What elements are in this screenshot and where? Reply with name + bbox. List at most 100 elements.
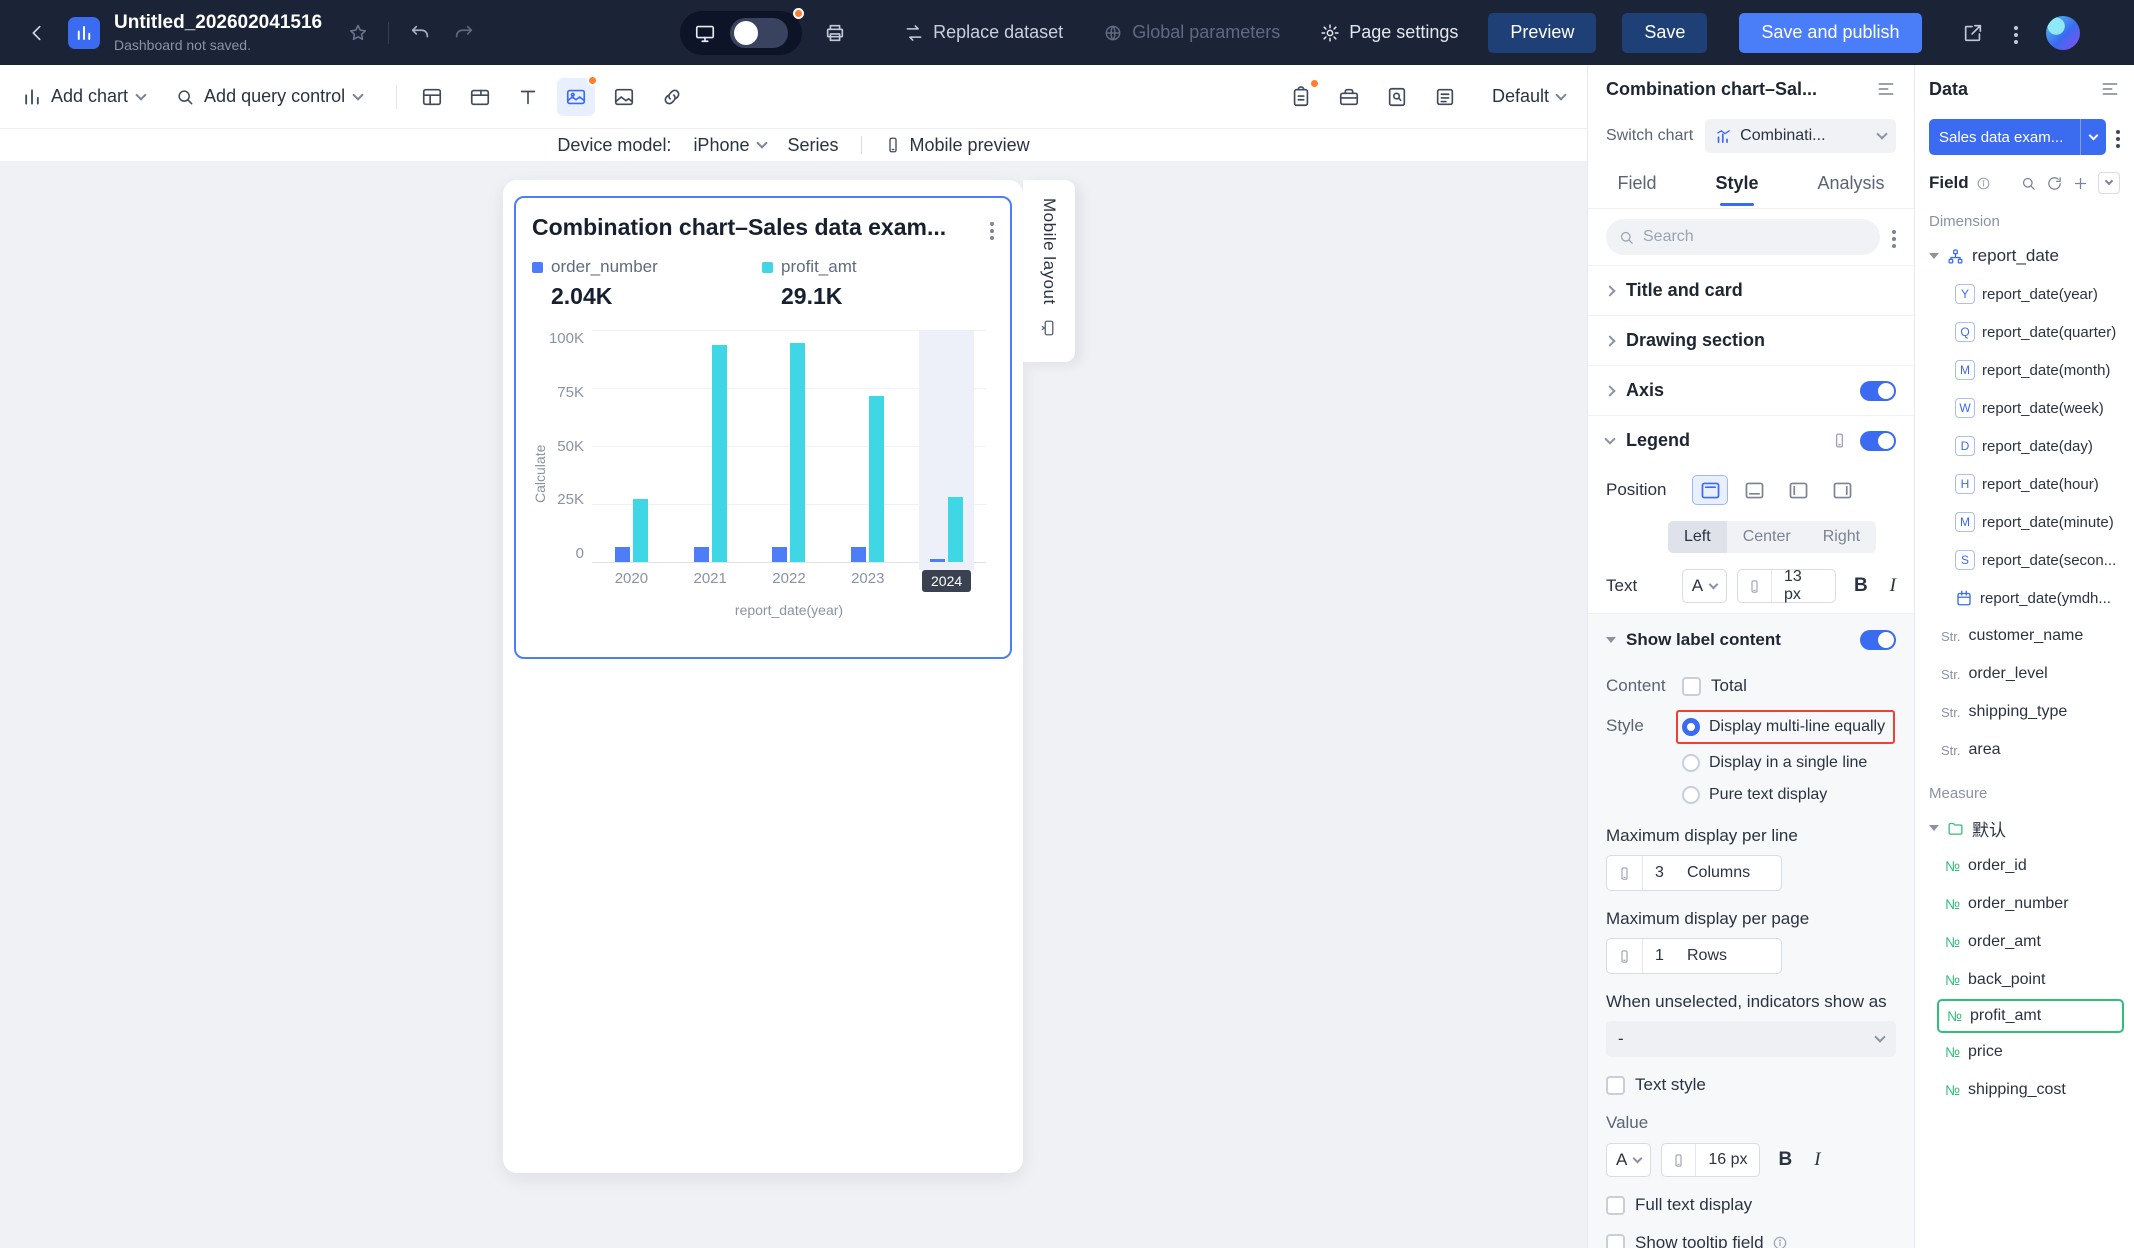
- section-axis[interactable]: Axis: [1588, 365, 1914, 415]
- legend-position-right-button[interactable]: [1824, 475, 1860, 505]
- field-order-level[interactable]: Str. order_level: [1915, 655, 2134, 693]
- legend-position-top-button[interactable]: [1692, 475, 1729, 505]
- text-color-select[interactable]: A: [1681, 569, 1728, 603]
- field-filter-dropdown-icon[interactable]: [2098, 172, 2120, 194]
- max-per-page-control[interactable]: 1 Rows: [1606, 938, 1782, 974]
- caret-down-icon[interactable]: [1929, 825, 1939, 831]
- total-checkbox[interactable]: [1682, 676, 1701, 696]
- axis-toggle[interactable]: [1860, 380, 1896, 401]
- collapse-panel-icon[interactable]: [2100, 79, 2120, 99]
- text-size-control[interactable]: 13 px: [1737, 568, 1836, 603]
- text-style-row[interactable]: Text style: [1606, 1075, 1896, 1095]
- tab-analysis[interactable]: Analysis: [1813, 161, 1888, 206]
- media-widget-icon[interactable]: [557, 74, 599, 116]
- caret-down-icon[interactable]: [1606, 637, 1616, 643]
- field-report-date-ymdh[interactable]: report_date(ymdh...: [1915, 579, 2134, 617]
- value-color-select[interactable]: A: [1606, 1143, 1652, 1177]
- phone-override-icon[interactable]: [1831, 432, 1848, 449]
- max-per-page-input[interactable]: 1: [1643, 947, 1687, 965]
- italic-button[interactable]: I: [1814, 1149, 1820, 1171]
- device-mode-switch[interactable]: [730, 17, 789, 48]
- show-tooltip-field-checkbox[interactable]: [1606, 1233, 1625, 1248]
- text-widget-icon[interactable]: [509, 78, 547, 116]
- dataset-caret[interactable]: [2080, 119, 2106, 155]
- legend-position-bottom-button[interactable]: [1736, 475, 1772, 505]
- max-per-line-control[interactable]: 3 Columns: [1606, 855, 1782, 891]
- chart-card[interactable]: Combination chart–Sales data exam... ord…: [514, 196, 1012, 659]
- full-text-display-row[interactable]: Full text display: [1606, 1195, 1896, 1215]
- replace-dataset-button[interactable]: Replace dataset: [904, 22, 1063, 43]
- chart-menu-icon[interactable]: [990, 220, 994, 238]
- radio-display-single-line[interactable]: Display in a single line: [1682, 750, 1895, 776]
- field-area[interactable]: Str. area: [1915, 731, 2134, 769]
- redo-icon[interactable]: [453, 22, 475, 44]
- unselected-indicators-select[interactable]: -: [1606, 1021, 1896, 1057]
- align-right-option[interactable]: Right: [1807, 521, 1876, 553]
- search-input[interactable]: [1643, 228, 1868, 246]
- align-center-option[interactable]: Center: [1727, 521, 1807, 553]
- add-chart-button[interactable]: Add chart: [22, 86, 147, 107]
- dashboard-canvas[interactable]: Combination chart–Sales data exam... ord…: [0, 161, 1587, 1248]
- toolkit-icon[interactable]: [1330, 78, 1368, 116]
- phone-override-icon[interactable]: [1662, 1144, 1697, 1176]
- field-price[interactable]: № price: [1915, 1033, 2126, 1071]
- layout-container-icon[interactable]: [413, 78, 451, 116]
- field-report-date-hour[interactable]: H report_date(hour): [1915, 465, 2134, 503]
- field-shipping-type[interactable]: Str. shipping_type: [1915, 693, 2134, 731]
- favorite-icon[interactable]: [348, 23, 368, 43]
- field-report-date-year[interactable]: Y report_date(year): [1915, 275, 2134, 313]
- printer-icon[interactable]: [824, 22, 846, 44]
- field-report-date-day[interactable]: D report_date(day): [1915, 427, 2134, 465]
- bold-button[interactable]: B: [1778, 1149, 1792, 1171]
- radio-display-multiline-equally[interactable]: Display multi-line equally: [1682, 714, 1885, 740]
- section-title-and-card[interactable]: Title and card: [1588, 265, 1914, 315]
- caret-down-icon[interactable]: [1929, 253, 1939, 259]
- text-style-checkbox[interactable]: [1606, 1075, 1625, 1095]
- show-tooltip-field-row[interactable]: Show tooltip field: [1606, 1233, 1896, 1248]
- avatar[interactable]: [2045, 15, 2080, 50]
- bar-group-2020[interactable]: [592, 330, 671, 562]
- dataset-more-icon[interactable]: [2116, 128, 2120, 146]
- field-back-point[interactable]: № back_point: [1915, 961, 2126, 999]
- phone-canvas[interactable]: Combination chart–Sales data exam... ord…: [503, 180, 1023, 1173]
- bold-button[interactable]: B: [1854, 575, 1868, 597]
- device-mode-toggle-pill[interactable]: [680, 7, 805, 55]
- legend-toggle[interactable]: [1860, 430, 1896, 451]
- dimension-report-date[interactable]: report_date: [1915, 237, 2134, 275]
- show-label-content-toggle[interactable]: [1860, 630, 1896, 650]
- mobile-layout-tab[interactable]: Mobile layout: [1023, 180, 1075, 362]
- mobile-preview-button[interactable]: Mobile preview: [884, 135, 1030, 156]
- save-button[interactable]: Save: [1622, 12, 1708, 53]
- field-order-id[interactable]: № order_id: [1915, 847, 2126, 885]
- value-size-control[interactable]: 16 px: [1661, 1143, 1761, 1177]
- radio-selected-icon[interactable]: [1682, 718, 1700, 736]
- bar-group-2022[interactable]: [750, 330, 829, 562]
- collapse-panel-icon[interactable]: [1876, 79, 1896, 99]
- section-legend[interactable]: Legend: [1588, 415, 1914, 465]
- bar-group-2024-highlighted[interactable]: [907, 330, 986, 570]
- legend-position-left-button[interactable]: [1780, 475, 1816, 505]
- radio-icon[interactable]: [1682, 754, 1700, 772]
- material-library-icon[interactable]: [1282, 77, 1320, 116]
- share-icon[interactable]: [1962, 22, 1984, 44]
- device-series-select[interactable]: Series: [788, 135, 839, 156]
- refresh-icon[interactable]: [2046, 175, 2063, 192]
- full-text-display-checkbox[interactable]: [1606, 1195, 1625, 1215]
- back-icon[interactable]: [26, 22, 48, 44]
- mobile-layout-icon[interactable]: [1040, 319, 1058, 337]
- phone-override-icon[interactable]: [1607, 856, 1643, 890]
- undo-icon[interactable]: [409, 22, 431, 44]
- dataset-select[interactable]: Sales data exam...: [1929, 119, 2106, 155]
- image-widget-icon[interactable]: [605, 78, 643, 116]
- add-query-control-button[interactable]: Add query control: [175, 86, 364, 107]
- align-left-option[interactable]: Left: [1668, 521, 1727, 553]
- field-report-date-second[interactable]: S report_date(secon...: [1915, 541, 2134, 579]
- save-and-publish-button[interactable]: Save and publish: [1739, 12, 1922, 53]
- measure-folder-default[interactable]: 默认: [1915, 809, 2134, 847]
- search-fields-icon[interactable]: [2020, 175, 2037, 192]
- phone-override-icon[interactable]: [1607, 939, 1643, 973]
- inspect-data-icon[interactable]: [1378, 78, 1416, 116]
- tab-field[interactable]: Field: [1613, 161, 1660, 206]
- radio-icon[interactable]: [1682, 786, 1700, 804]
- switch-chart-select[interactable]: Combinati...: [1705, 119, 1896, 153]
